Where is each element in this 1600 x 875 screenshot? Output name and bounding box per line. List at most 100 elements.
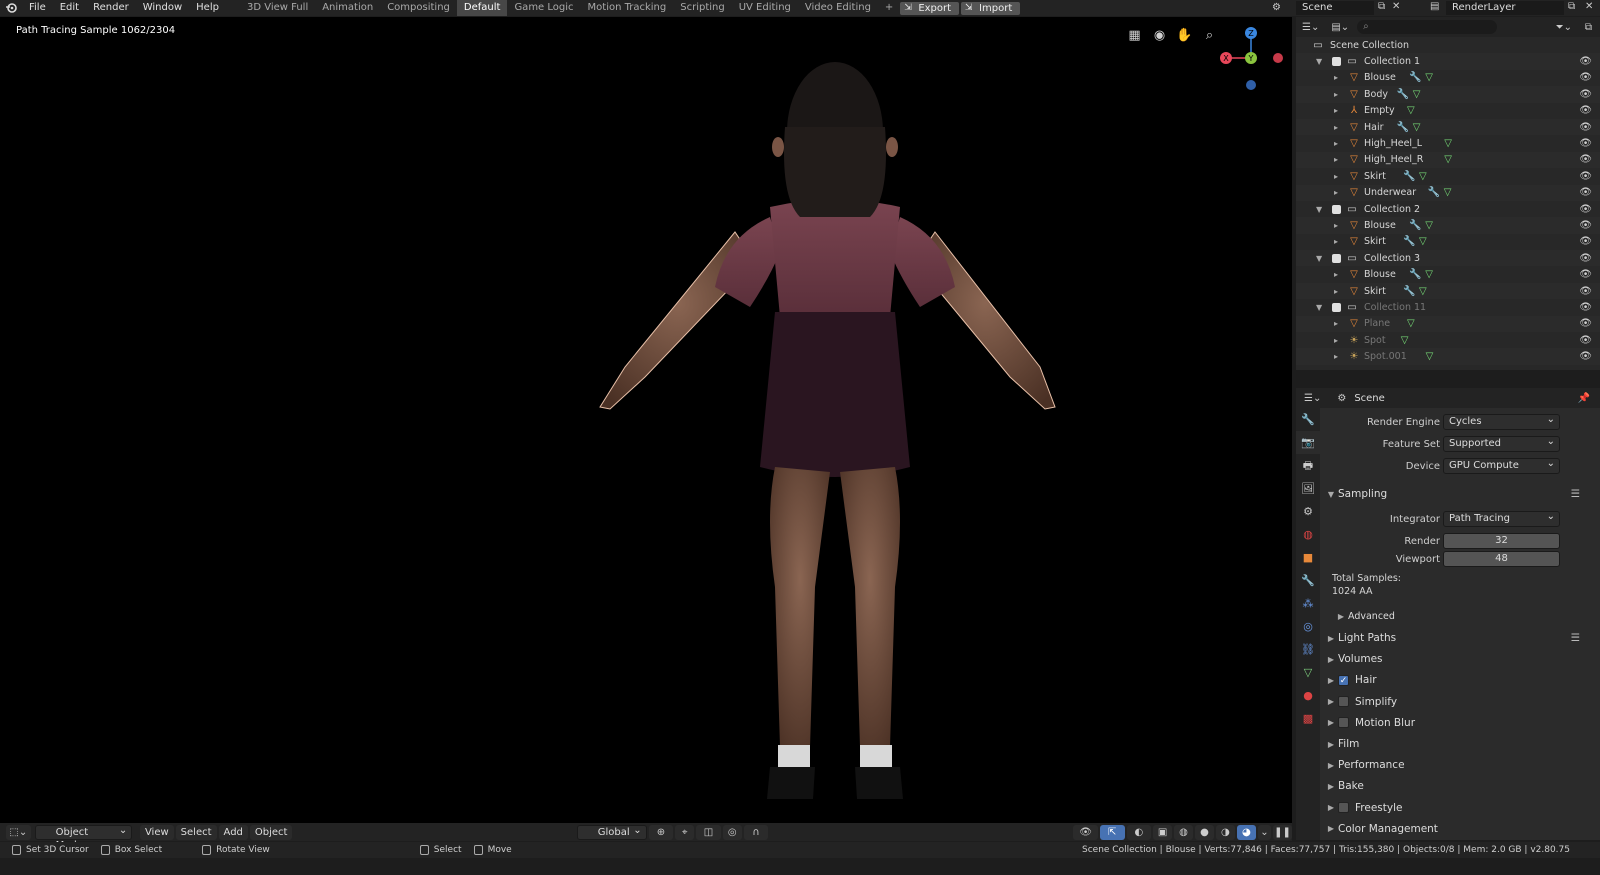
outliner-row[interactable]: ▸ ▽ Plane ▽ 👁 bbox=[1296, 315, 1600, 333]
collapsed-arrow-icon[interactable]: ▸ bbox=[1334, 139, 1338, 148]
particles-tab-icon[interactable]: ⁂ bbox=[1296, 592, 1320, 615]
panel-checkbox[interactable] bbox=[1338, 696, 1349, 708]
collapsed-arrow-icon[interactable]: ▸ bbox=[1334, 172, 1338, 181]
falloff-icon[interactable]: ∩ bbox=[743, 824, 769, 840]
mesh-data-icon[interactable]: ▽ bbox=[1407, 105, 1415, 116]
view-layer-selector[interactable]: RenderLayer bbox=[1446, 1, 1564, 15]
collapsed-arrow-icon[interactable]: ▸ bbox=[1334, 319, 1338, 328]
gizmo-toggle-icon[interactable]: ⇱ bbox=[1099, 824, 1125, 840]
expand-arrow-icon[interactable]: ▼ bbox=[1316, 303, 1322, 312]
hand-icon[interactable]: ✋ bbox=[1176, 27, 1193, 44]
modifier-icon[interactable]: 🔧 bbox=[1409, 72, 1421, 83]
exclude-checkbox[interactable] bbox=[1332, 302, 1341, 312]
camera-icon[interactable]: ◉ bbox=[1151, 27, 1168, 44]
editor-type-icon[interactable]: ⬚⌄ bbox=[6, 824, 31, 840]
menu-edit[interactable]: Edit bbox=[53, 0, 86, 16]
collapsed-arrow-icon[interactable]: ▸ bbox=[1334, 106, 1338, 115]
panel-volumes[interactable]: ▶ Volumes bbox=[1322, 649, 1600, 669]
outliner-row[interactable]: ▸ ▽ High_Heel_R ▽ 👁 bbox=[1296, 151, 1600, 169]
texture-tab-icon[interactable]: ▩ bbox=[1296, 707, 1320, 730]
collapsed-arrow-icon[interactable]: ▸ bbox=[1334, 155, 1338, 164]
snap-target-icon[interactable]: ◫ bbox=[696, 824, 721, 840]
menu-view[interactable]: View bbox=[139, 824, 174, 840]
new-view-layer-icon[interactable]: ⧉ bbox=[1568, 1, 1575, 12]
tool-tab-icon[interactable]: 🔧 bbox=[1296, 408, 1320, 431]
panel-motion-blur[interactable]: ▶ Motion Blur bbox=[1322, 713, 1600, 733]
proportional-edit-icon[interactable]: ◎ bbox=[722, 824, 742, 840]
collapsed-arrow-icon[interactable]: ▸ bbox=[1334, 73, 1338, 82]
visibility-eye-icon[interactable]: 👁 bbox=[1579, 89, 1592, 100]
outliner-row[interactable]: ▸ ▽ High_Heel_L ▽ 👁 bbox=[1296, 135, 1600, 151]
scene-tab-icon[interactable]: ⚙ bbox=[1296, 500, 1320, 523]
visibility-eye-icon[interactable]: 👁 bbox=[1579, 187, 1592, 198]
modifier-icon[interactable]: 🔧 bbox=[1409, 269, 1421, 280]
visibility-eye-icon[interactable]: 👁 bbox=[1579, 154, 1592, 165]
list-icon[interactable]: ☰ bbox=[1571, 632, 1580, 644]
collapsed-arrow-icon[interactable]: ▸ bbox=[1334, 336, 1338, 345]
visibility-eye-icon[interactable]: 👁 bbox=[1579, 56, 1592, 67]
pivot-icon[interactable]: ⊕ bbox=[648, 824, 674, 840]
transform-orientation-dropdown[interactable]: Global bbox=[576, 824, 647, 840]
visibility-eye-icon[interactable]: 👁 bbox=[1579, 302, 1592, 313]
visibility-eye-icon[interactable]: 👁 bbox=[1579, 138, 1592, 149]
mesh-data-icon[interactable]: ▽ bbox=[1425, 72, 1433, 83]
object-mode-dropdown[interactable]: Object Mode bbox=[34, 824, 133, 851]
visibility-eye-icon[interactable]: 👁 bbox=[1579, 269, 1592, 280]
outliner-row[interactable]: ▸ ▽ Body 🔧 ▽ 👁 bbox=[1296, 86, 1600, 103]
modifier-icon[interactable]: 🔧 bbox=[1409, 220, 1421, 231]
collapsed-arrow-icon[interactable]: ▸ bbox=[1334, 270, 1338, 279]
visibility-eye-icon[interactable]: 👁 bbox=[1579, 286, 1592, 297]
advanced-subpanel[interactable]: ▶ Advanced bbox=[1332, 606, 1600, 626]
xray-icon[interactable]: ▣ bbox=[1153, 824, 1173, 840]
wireframe-shading-icon[interactable]: ◍ bbox=[1174, 824, 1193, 840]
outliner-row[interactable]: ▸ ▽ Blouse 🔧 ▽ 👁 bbox=[1296, 70, 1600, 86]
add-workspace-icon[interactable]: + bbox=[878, 0, 900, 16]
menu-help[interactable]: Help bbox=[189, 0, 226, 16]
outliner-row[interactable]: ▸ ▽ Skirt 🔧 ▽ 👁 bbox=[1296, 168, 1600, 184]
mesh-data-icon[interactable]: ▽ bbox=[1444, 187, 1452, 198]
panel-performance[interactable]: ▶ Performance bbox=[1322, 755, 1600, 775]
snap-icon[interactable]: ⌖ bbox=[675, 824, 695, 840]
delete-view-layer-icon[interactable]: ✕ bbox=[1585, 1, 1593, 12]
mesh-data-icon[interactable]: ▽ bbox=[1425, 269, 1433, 280]
scene-icon[interactable]: ⚙ bbox=[1272, 2, 1281, 13]
light-data-icon[interactable]: ▽ bbox=[1426, 351, 1434, 362]
tab-uv-editing[interactable]: UV Editing bbox=[732, 0, 798, 16]
outliner-row[interactable]: ▸ ▽ Blouse 🔧 ▽ 👁 bbox=[1296, 217, 1600, 234]
outliner-scene-collection[interactable]: ▭ Scene Collection bbox=[1296, 37, 1600, 53]
output-tab-icon[interactable]: 🖶 bbox=[1296, 454, 1320, 477]
collapsed-arrow-icon[interactable]: ▸ bbox=[1334, 237, 1338, 246]
render-engine-dropdown[interactable]: Cycles bbox=[1443, 413, 1560, 430]
tab-scripting[interactable]: Scripting bbox=[673, 0, 731, 16]
outliner-editor-icon[interactable]: ☰⌄ bbox=[1302, 22, 1319, 33]
mesh-data-icon[interactable]: ▽ bbox=[1419, 171, 1427, 182]
modifier-icon[interactable]: 🔧 bbox=[1397, 89, 1409, 100]
rendered-shading-icon[interactable]: ◕ bbox=[1236, 824, 1256, 840]
delete-scene-icon[interactable]: ✕ bbox=[1392, 1, 1400, 12]
visibility-eye-icon[interactable]: 👁 bbox=[1579, 72, 1592, 83]
tab-animation[interactable]: Animation bbox=[315, 0, 380, 16]
visibility-eye-icon[interactable]: 👁 bbox=[1579, 105, 1592, 116]
light-data-icon[interactable]: ▽ bbox=[1401, 335, 1409, 346]
scene-selector[interactable]: Scene bbox=[1296, 1, 1374, 15]
world-tab-icon[interactable]: ◍ bbox=[1296, 523, 1320, 546]
panel-film[interactable]: ▶ Film bbox=[1322, 734, 1600, 754]
view-layer-tab-icon[interactable]: 🖼 bbox=[1296, 477, 1320, 500]
shading-options-icon[interactable]: ⌄ bbox=[1257, 824, 1272, 840]
display-mode-icon[interactable]: ▤⌄ bbox=[1331, 22, 1349, 33]
new-scene-icon[interactable]: ⧉ bbox=[1378, 1, 1385, 12]
collapsed-arrow-icon[interactable]: ▸ bbox=[1334, 188, 1338, 197]
visibility-eye-icon[interactable]: 👁 bbox=[1579, 318, 1592, 329]
outliner-row[interactable]: ▸ ▽ Underwear 🔧 ▽ 👁 bbox=[1296, 184, 1600, 201]
solid-shading-icon[interactable]: ● bbox=[1194, 824, 1214, 840]
expand-arrow-icon[interactable]: ▼ bbox=[1316, 57, 1322, 66]
visibility-eye-icon[interactable]: 👁 bbox=[1579, 220, 1592, 231]
device-dropdown[interactable]: GPU Compute bbox=[1443, 457, 1560, 474]
menu-file[interactable]: File bbox=[22, 0, 53, 16]
integrator-dropdown[interactable]: Path Tracing bbox=[1443, 510, 1560, 527]
filter-icon[interactable]: ⏷⌄ bbox=[1556, 22, 1572, 33]
render-tab-icon[interactable]: 📷 bbox=[1296, 431, 1320, 454]
panel-color-management[interactable]: ▶ Color Management bbox=[1322, 819, 1600, 839]
tab-motion-tracking[interactable]: Motion Tracking bbox=[581, 0, 674, 16]
list-icon[interactable]: ☰ bbox=[1571, 488, 1580, 500]
